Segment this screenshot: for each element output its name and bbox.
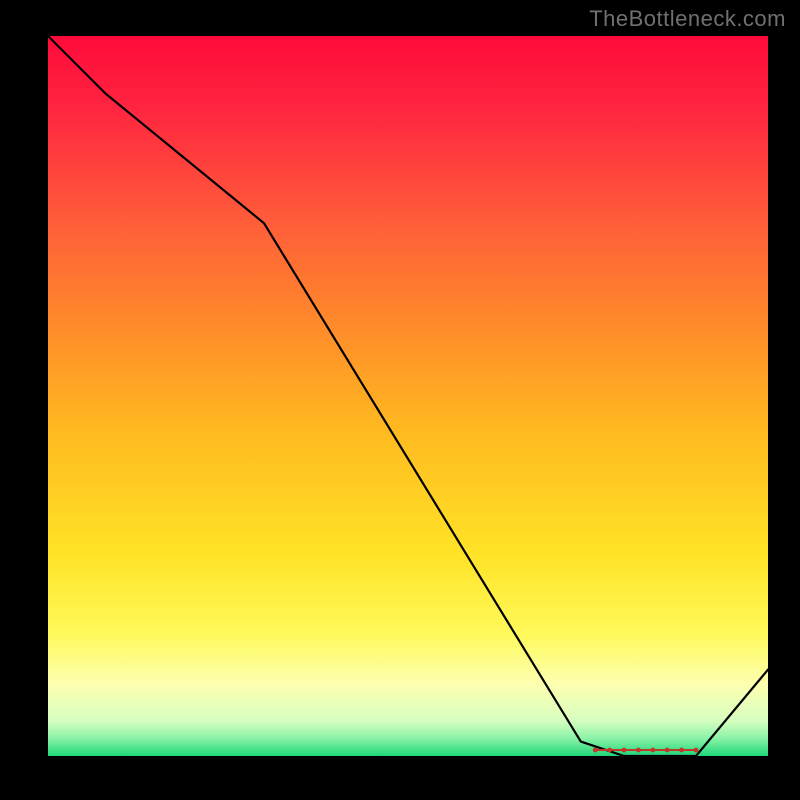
background-gradient bbox=[48, 36, 768, 756]
watermark-text: TheBottleneck.com bbox=[589, 6, 786, 32]
chart-frame: TheBottleneck.com bbox=[0, 0, 800, 800]
plot-area bbox=[48, 36, 768, 756]
